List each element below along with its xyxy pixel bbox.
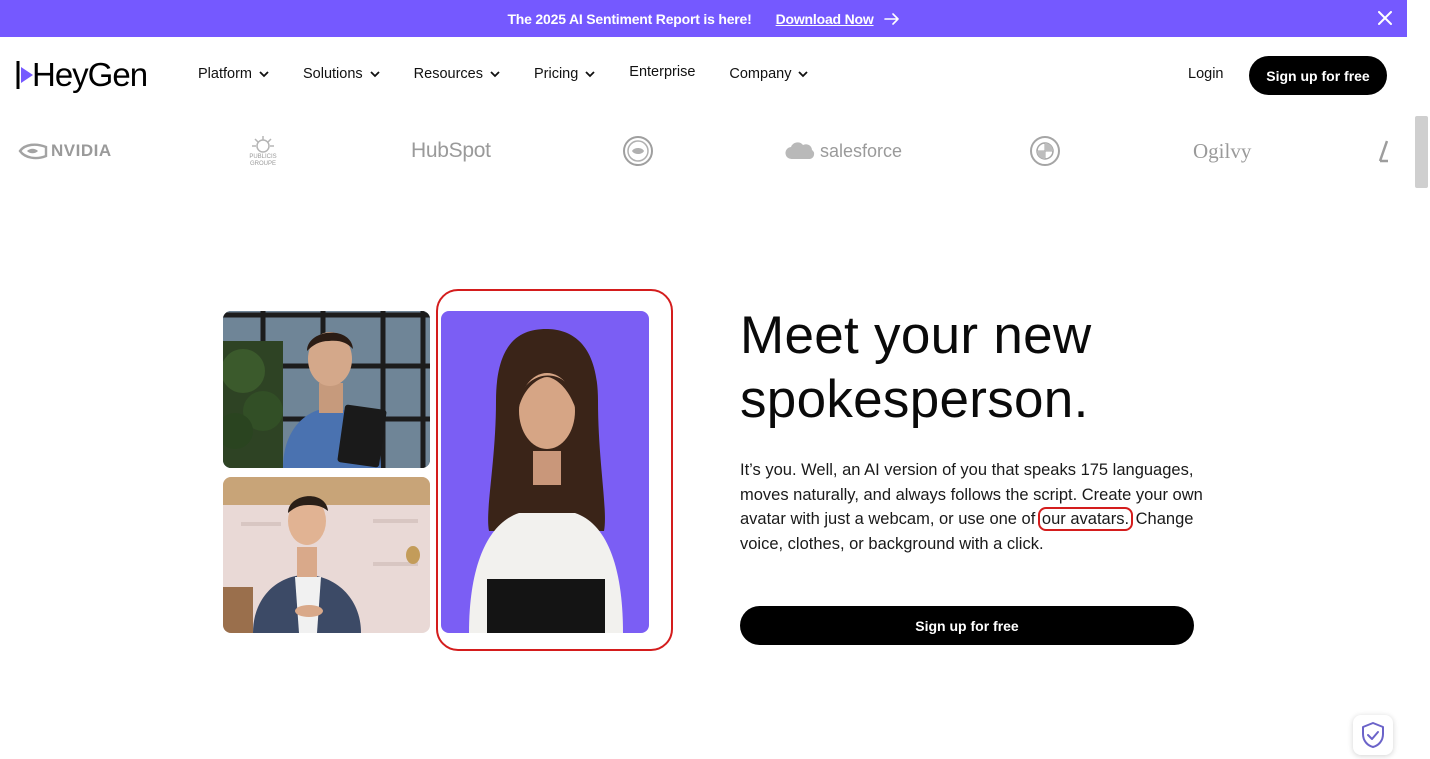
partial-logo-icon: [1378, 140, 1388, 163]
man-with-tablet-image: [223, 311, 430, 468]
nav-enterprise-label: Enterprise: [629, 64, 696, 80]
nvidia-eye-icon: [18, 143, 48, 160]
logo-text: HeyGen: [32, 56, 148, 93]
salesforce-logo: salesforce: [784, 128, 902, 174]
publicis-wordmark: PUBLICIS GROUPE: [249, 154, 277, 167]
banner-text: The 2025 AI Sentiment Report is here!: [507, 10, 752, 27]
chevron-down-icon: [798, 70, 809, 78]
nav-pricing-label: Pricing: [533, 66, 579, 82]
chevron-down-icon: [490, 70, 500, 78]
nav-pricing[interactable]: Pricing: [534, 64, 595, 84]
login-link[interactable]: Login: [1188, 66, 1223, 82]
main-nav: Platform Solutions Resources Pricing Ent…: [198, 64, 842, 84]
nav-company-label: Company: [729, 66, 792, 82]
headline-line-1: Meet your new: [740, 306, 1092, 365]
close-icon[interactable]: [1375, 8, 1395, 28]
hubspot-wordmark: HubSpot: [411, 139, 491, 162]
avatar-photo-man-with-tablet: [223, 311, 430, 468]
headline-line-2: spokesperson.: [740, 370, 1089, 429]
download-now-label: Download Now: [775, 10, 874, 27]
seal-icon: [623, 136, 653, 166]
salesforce-cloud-icon: [785, 142, 815, 160]
page: The 2025 AI Sentiment Report is here! Do…: [0, 0, 1430, 759]
partial-logo: [1378, 128, 1388, 174]
bmw-roundel-icon: [1030, 136, 1060, 166]
nav-platform[interactable]: Platform: [198, 64, 269, 84]
seal-logo: [622, 128, 654, 174]
nav-solutions[interactable]: Solutions: [303, 64, 380, 84]
hero-signup-button[interactable]: Sign up for free: [740, 606, 1194, 645]
nvidia-wordmark: NVIDIA: [51, 141, 112, 160]
our-avatars-link[interactable]: our avatars.: [1037, 507, 1134, 531]
chevron-down-icon: [259, 70, 269, 78]
nav-company[interactable]: Company: [729, 64, 809, 84]
nav-solutions-label: Solutions: [303, 66, 363, 82]
scrollbar-thumb[interactable]: [1415, 116, 1428, 188]
nvidia-logo: NVIDIA: [18, 128, 112, 174]
avatar-photo-man-in-blazer: [223, 477, 430, 633]
header-signup-button[interactable]: Sign up for free: [1249, 56, 1387, 95]
description-part-1: It’s you. Well, an AI version of you tha…: [740, 461, 1203, 528]
heygen-logo[interactable]: HeyGen: [16, 56, 148, 93]
shield-check-icon: [1362, 722, 1384, 748]
man-in-blazer-image: [223, 477, 430, 633]
hero-description: It’s you. Well, an AI version of you tha…: [740, 458, 1210, 556]
publicis-star-icon: [252, 136, 274, 153]
download-now-link[interactable]: Download Now: [776, 11, 900, 27]
nav-resources[interactable]: Resources: [414, 64, 500, 84]
salesforce-wordmark: salesforce: [820, 140, 903, 161]
bmw-logo: [1029, 128, 1061, 174]
publicis-logo: PUBLICIS GROUPE: [243, 128, 283, 174]
announcement-banner: The 2025 AI Sentiment Report is here! Do…: [0, 0, 1407, 37]
hero-headline: Meet your new spokesperson.: [740, 304, 1180, 432]
nav-platform-label: Platform: [198, 66, 252, 82]
nav-resources-label: Resources: [413, 66, 483, 82]
chevron-down-icon: [370, 70, 380, 78]
nav-enterprise[interactable]: Enterprise: [629, 62, 695, 82]
privacy-shield-button[interactable]: [1353, 715, 1393, 755]
ogilvy-wordmark: Ogilvy: [1193, 138, 1252, 163]
selected-avatar-outline[interactable]: [436, 289, 673, 651]
chevron-down-icon: [585, 70, 595, 78]
customer-logos: NVIDIA PUBLICIS GROUPE HubSpot salesforc…: [0, 128, 1407, 174]
ogilvy-logo: Ogilvy: [1193, 128, 1251, 174]
site-header: HeyGen Platform Solutions Resources Pric…: [0, 37, 1407, 113]
arrow-right-icon: [883, 12, 900, 25]
hubspot-logo: HubSpot: [411, 128, 491, 174]
